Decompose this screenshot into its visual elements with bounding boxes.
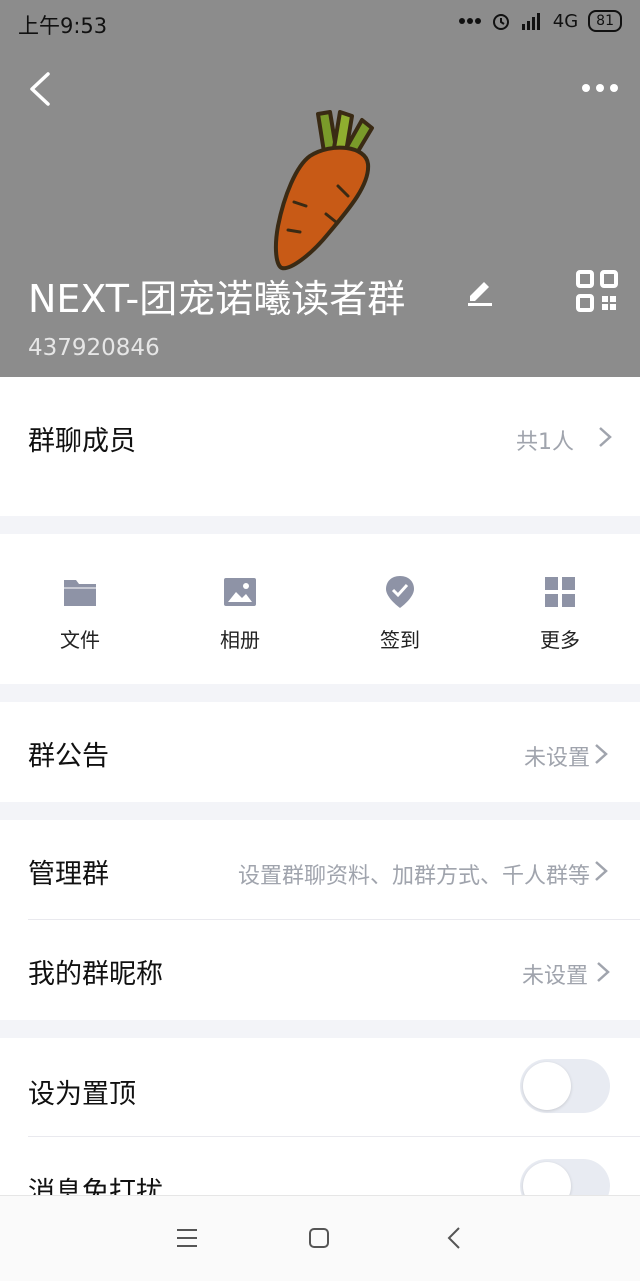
chevron-right-icon xyxy=(595,744,608,764)
tool-label: 更多 xyxy=(540,628,580,652)
image-icon xyxy=(224,578,256,606)
pin-top-toggle[interactable] xyxy=(520,1059,610,1113)
settings-section: 管理群 设置群聊资料、加群方式、千人群等 我的群昵称 未设置 xyxy=(0,820,640,1020)
toggle-section: 设为置顶 消息免打扰 xyxy=(0,1038,640,1195)
checkin-icon xyxy=(386,576,414,608)
status-icons: 4G 81 xyxy=(458,10,622,32)
back-button[interactable] xyxy=(26,70,60,108)
group-name: NEXT-团宠诺曦读者群 xyxy=(28,277,406,321)
chevron-right-icon xyxy=(597,962,610,982)
tool-album[interactable]: 相册 xyxy=(160,534,320,653)
menu-icon[interactable] xyxy=(176,1228,198,1248)
mute-toggle[interactable] xyxy=(520,1159,610,1195)
manage-label: 管理群 xyxy=(28,859,109,890)
chevron-right-icon xyxy=(595,861,608,881)
manage-value: 设置群聊资料、加群方式、千人群等 xyxy=(237,864,590,889)
more-dot-icon xyxy=(596,84,604,92)
battery-indicator: 81 xyxy=(588,10,622,32)
grid-icon xyxy=(545,577,575,607)
tool-label: 签到 xyxy=(380,628,420,652)
home-icon[interactable] xyxy=(308,1227,330,1249)
mute-label: 消息免打扰 xyxy=(28,1177,163,1195)
alarm-icon xyxy=(492,14,509,30)
tool-more[interactable]: 更多 xyxy=(480,534,640,653)
announcement-row[interactable]: 群公告 未设置 xyxy=(0,702,640,802)
status-time: 上午9:53 xyxy=(18,14,108,38)
edit-icon[interactable] xyxy=(466,276,494,306)
signal-icon xyxy=(521,13,540,30)
manage-group-row[interactable]: 管理群 设置群聊资料、加群方式、千人群等 xyxy=(0,820,640,919)
pin-top-label: 设为置顶 xyxy=(28,1079,136,1110)
status-bar: 上午9:53 4G 81 xyxy=(0,0,640,48)
group-id: 437920846 xyxy=(28,335,160,361)
tool-files[interactable]: 文件 xyxy=(0,534,160,653)
nickname-value: 未设置 xyxy=(521,964,588,989)
tool-label: 文件 xyxy=(60,628,100,652)
group-avatar[interactable] xyxy=(266,106,386,274)
divider xyxy=(28,1136,640,1137)
qr-code-icon[interactable] xyxy=(576,270,618,312)
tools-section: 文件 相册 签到 更多 xyxy=(0,534,640,684)
group-header: 上午9:53 4G 81 NEXT-团宠诺曦读者群 437920846 xyxy=(0,0,640,377)
my-nickname-row[interactable]: 我的群昵称 未设置 xyxy=(0,920,640,1020)
announcement-value: 未设置 xyxy=(523,746,590,771)
members-row[interactable]: 群聊成员 共1人 xyxy=(0,377,640,516)
nickname-label: 我的群昵称 xyxy=(28,959,163,990)
toggle-knob xyxy=(523,1162,571,1195)
folder-icon xyxy=(64,580,96,606)
network-type: 4G xyxy=(552,10,579,32)
system-nav-bar xyxy=(0,1195,640,1281)
members-label: 群聊成员 xyxy=(28,426,136,457)
more-dot-icon xyxy=(610,84,618,92)
nav-back-icon[interactable] xyxy=(446,1226,462,1250)
chevron-right-icon xyxy=(599,427,612,447)
members-count: 共1人 xyxy=(516,430,574,455)
tool-label: 相册 xyxy=(220,628,260,652)
toggle-knob xyxy=(523,1062,571,1110)
announcement-label: 群公告 xyxy=(28,741,109,772)
more-options-button[interactable] xyxy=(582,78,622,98)
more-dot-icon xyxy=(582,84,590,92)
tool-checkin[interactable]: 签到 xyxy=(320,534,480,653)
dots-icon xyxy=(458,18,481,24)
